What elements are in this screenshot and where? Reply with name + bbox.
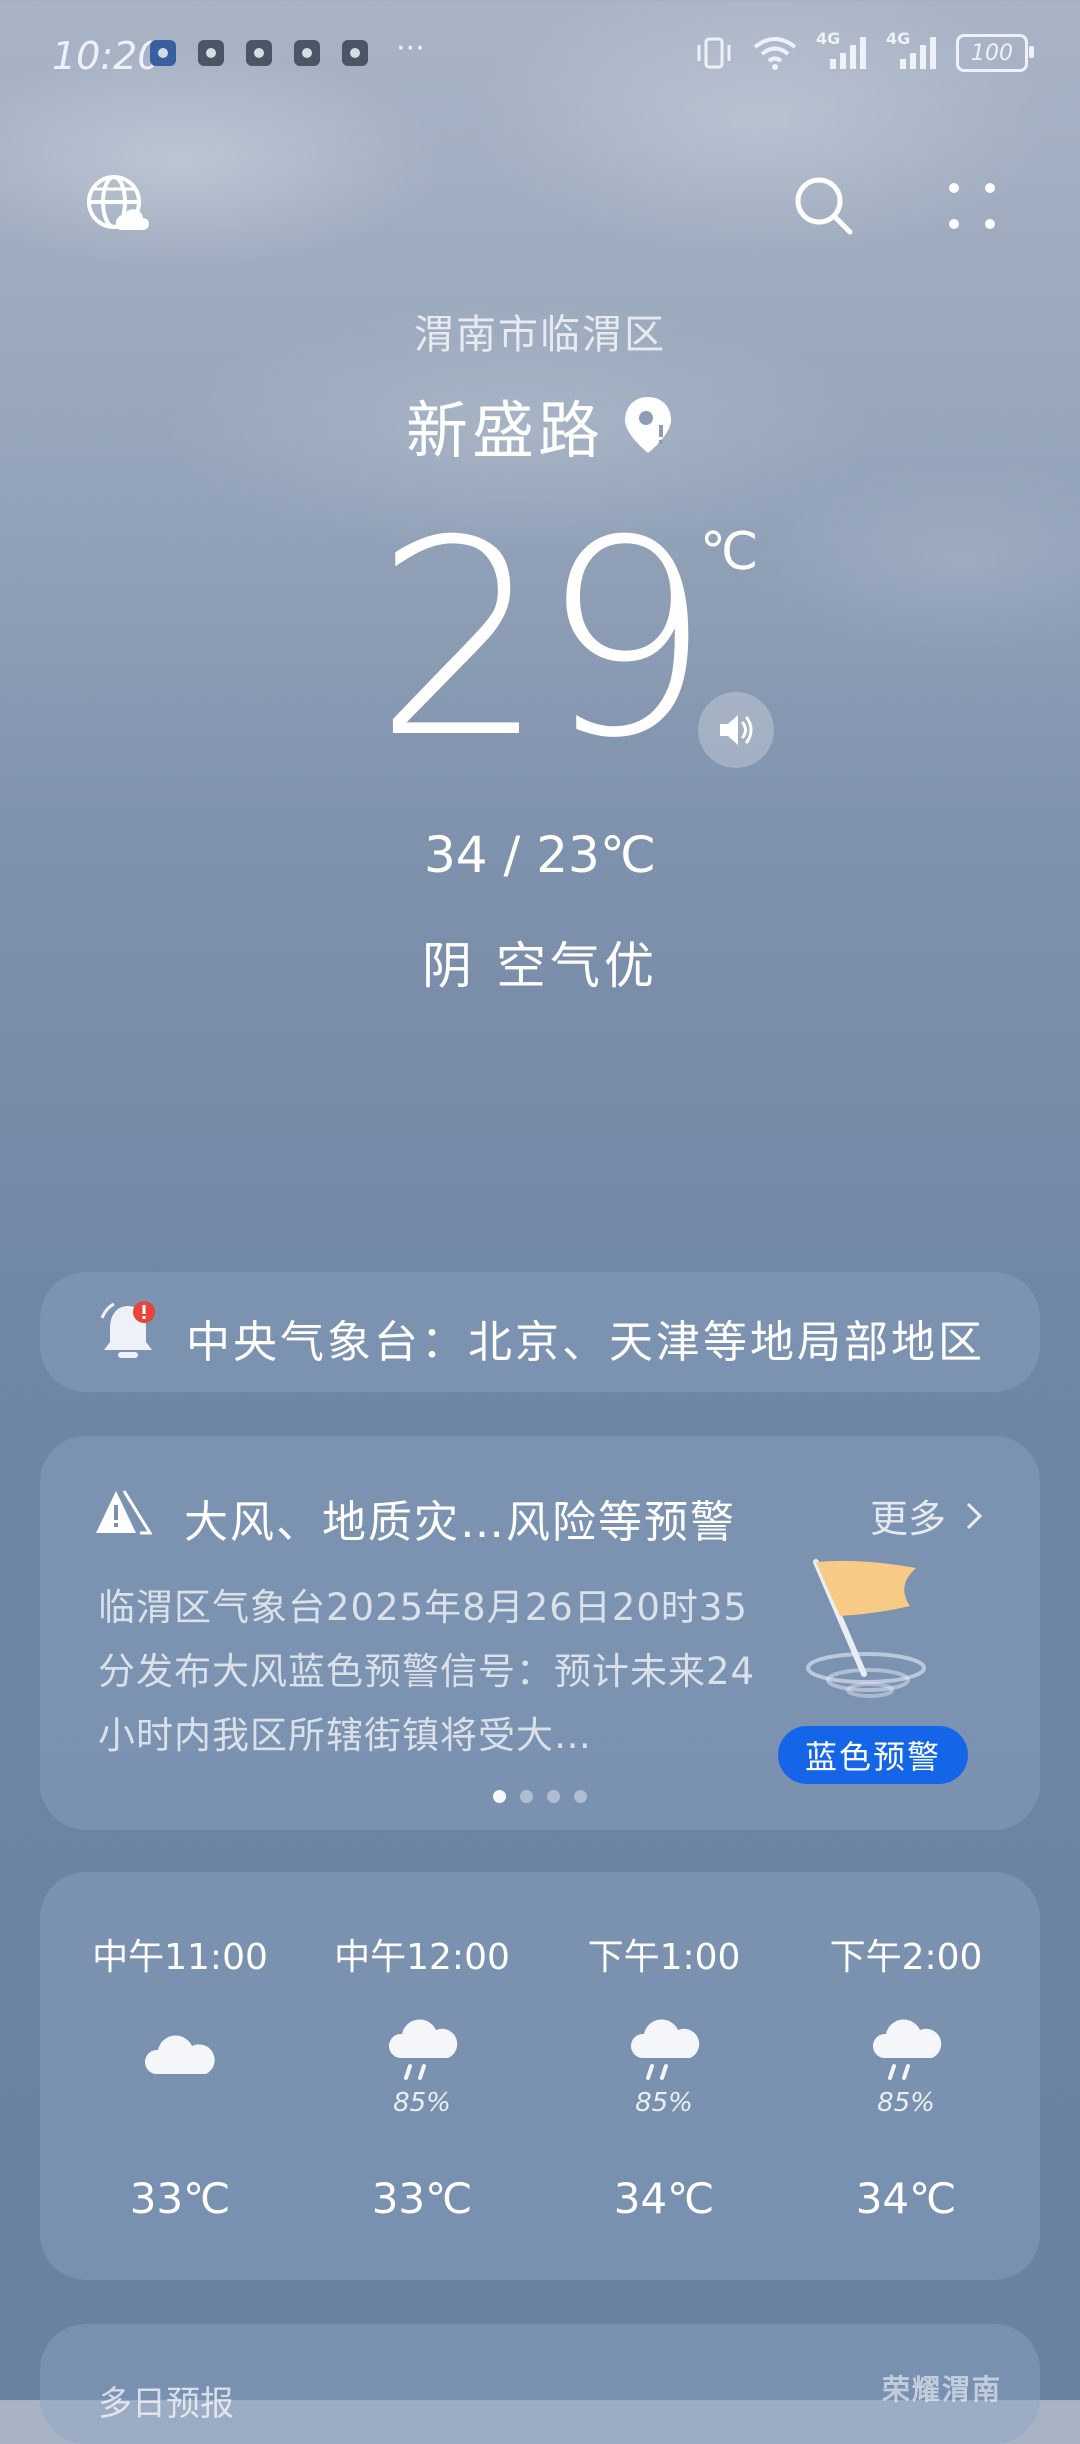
notification-icons: ··· [150, 31, 425, 66]
status-bar: 10:20 ··· 4G 4G 100 [0, 0, 1080, 115]
warning-more-label: 更多 [869, 1497, 946, 1541]
search-button[interactable] [788, 170, 860, 242]
temperature-range: 34 / 23℃ [423, 826, 657, 884]
status-time: 10:20 [52, 34, 162, 78]
hourly-item: 下午1:00 85% 34℃ [544, 1872, 784, 2280]
district-name: 渭南市临渭区 [414, 312, 666, 358]
hourly-item: 下午2:00 85% 34℃ [786, 1872, 1026, 2280]
globe-cloud-icon [87, 175, 149, 230]
wifi-icon [753, 37, 797, 70]
wind-flag-icon [806, 1559, 926, 1698]
carousel-dot [520, 1790, 533, 1803]
carousel-dot [547, 1790, 560, 1803]
hourly-item: 中午12:00 85% 33℃ [302, 1872, 542, 2280]
carousel-dot [574, 1790, 587, 1803]
more-menu-button[interactable] [936, 170, 1008, 242]
location-pin-icon [625, 397, 671, 453]
street-name: 新盛路 [405, 394, 604, 467]
battery-indicator: 100 [956, 34, 1034, 72]
warning-body: 临渭区气象台2025年8月26日20时35分发布大风蓝色预警信号：预计未来24小… [98, 1586, 756, 1757]
rain-icon [872, 2019, 942, 2080]
hourly-time: 下午1:00 [587, 1937, 741, 1978]
search-icon [795, 177, 853, 235]
voice-broadcast-button[interactable] [698, 692, 774, 768]
rain-icon [630, 2019, 700, 2080]
watermark-logo: 荣耀渭南 [882, 2373, 1003, 2406]
hourly-item: 中午11:00 33℃ [60, 1872, 300, 2280]
warning-card[interactable]: 大风、地质灾…风险等预警 更多 临渭区气象台2025年8月26日20时35分发布… [40, 1436, 1040, 1830]
app-notification-icon [294, 40, 320, 66]
alert-banner[interactable]: 中央气象台：北京、天津等地局部地区 [40, 1272, 1040, 1392]
warning-level-badge: 蓝色预警 [778, 1726, 968, 1784]
hourly-time: 下午2:00 [829, 1937, 983, 1978]
warning-title: 大风、地质灾…风险等预警 [184, 1497, 736, 1548]
browser-notification-icon [150, 40, 176, 66]
hourly-precip: 85% [877, 2088, 935, 2118]
more-dots-icon [949, 183, 995, 229]
current-temperature: 29 [374, 482, 712, 797]
vibrate-icon [697, 37, 731, 69]
chevron-right-icon [966, 1502, 983, 1529]
hourly-temp: 34℃ [855, 2174, 957, 2223]
hourly-time: 中午12:00 [334, 1937, 510, 1978]
carousel-indicator [40, 1790, 1040, 1803]
current-location[interactable]: 新盛路 [0, 380, 1080, 470]
app-notification-icon [198, 40, 224, 66]
hourly-temp: 34℃ [613, 2174, 715, 2223]
hourly-time: 中午11:00 [92, 1937, 268, 1978]
hourly-precip: 85% [635, 2088, 693, 2118]
rain-icon [388, 2019, 458, 2080]
bell-alert-icon [100, 1301, 155, 1358]
hourly-temp: 33℃ [371, 2174, 473, 2223]
city-management-button[interactable] [82, 170, 154, 242]
hourly-temp: 33℃ [129, 2174, 231, 2223]
app-notification-icon [342, 40, 368, 66]
speaker-icon [720, 715, 753, 745]
more-notifications-icon: ··· [396, 30, 425, 66]
warning-triangle-icon [96, 1490, 152, 1535]
signal-icon: 4G [816, 29, 868, 71]
app-notification-icon [246, 40, 272, 66]
signal-icon: 4G [886, 29, 938, 71]
temperature-unit: ℃ [700, 522, 759, 582]
hourly-forecast-card[interactable]: 中午11:00 33℃ 中午12:00 85% 33℃ 下午1:00 85% 3… [40, 1872, 1040, 2280]
weather-condition: 阴 空气优 [422, 937, 658, 995]
carousel-dot [493, 1790, 506, 1803]
hourly-precip: 85% [393, 2088, 451, 2118]
cloudy-icon [144, 2035, 215, 2074]
warning-more-link[interactable]: 更多 [870, 1488, 984, 1543]
status-indicators: 4G 4G 100 [694, 29, 1034, 72]
forecast-title: 多日预报 [98, 2384, 234, 2424]
alert-banner-text: 中央气象台：北京、天津等地局部地区 [186, 1317, 985, 1368]
